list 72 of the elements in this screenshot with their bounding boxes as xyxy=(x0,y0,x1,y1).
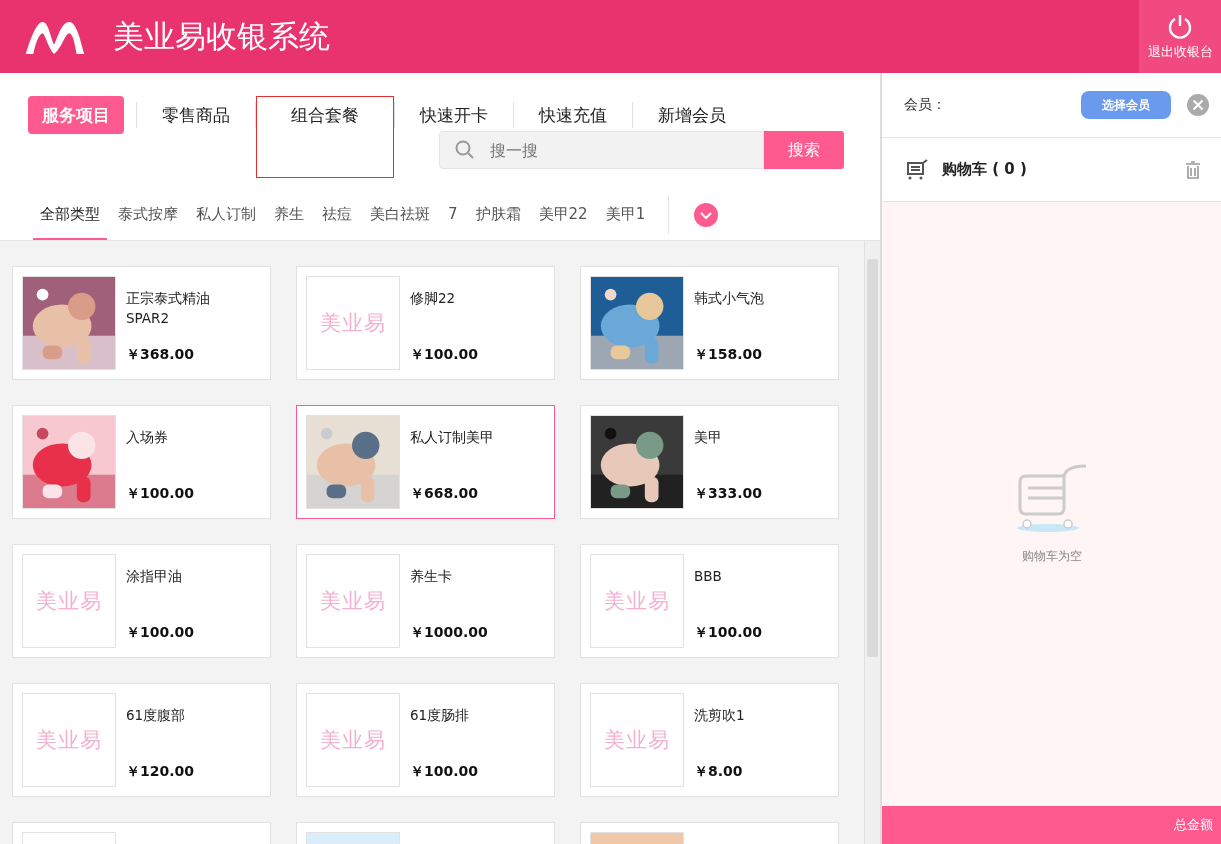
placeholder-logo: 美业易 xyxy=(604,727,670,754)
nav-tab[interactable]: 零售商品 xyxy=(137,96,255,134)
search-field[interactable]: 搜一搜 xyxy=(439,131,764,169)
placeholder-logo: 美业易 xyxy=(604,588,670,615)
product-card[interactable]: 美业易 洗剪吹1 ￥8.00 xyxy=(580,683,839,797)
product-card[interactable]: 私人订制美甲 ￥668.00 xyxy=(296,405,555,519)
product-card[interactable]: 美业易 61度肠排 ￥100.00 xyxy=(296,683,555,797)
product-card[interactable]: 美业易 BBB ￥100.00 xyxy=(580,544,839,658)
category-tab[interactable]: 祛痘 xyxy=(315,190,359,240)
category-tab[interactable]: 私人订制 xyxy=(189,190,263,240)
product-card[interactable]: 入场券 ￥100.00 xyxy=(12,405,271,519)
placeholder-logo: 美业易 xyxy=(320,727,386,754)
exit-button[interactable]: 退出收银台 xyxy=(1139,0,1221,73)
category-tab[interactable]: 美甲1 xyxy=(598,190,653,240)
product-name: 洗剪吹1 xyxy=(694,706,746,725)
product-price: ￥100.00 xyxy=(410,346,480,364)
product-card[interactable]: 美业易 61度腹部 ￥120.00 xyxy=(12,683,271,797)
category-tab[interactable]: 7 xyxy=(441,190,465,240)
product-card[interactable]: 美业易 养生卡 ￥1000.00 xyxy=(296,544,555,658)
total-label: 总金额 xyxy=(1174,816,1213,834)
product-card[interactable]: 美甲 ￥333.00 xyxy=(580,405,839,519)
product-price: ￥100.00 xyxy=(694,624,764,642)
product-card[interactable]: 美业易 修脚22 ￥100.00 xyxy=(296,266,555,380)
nav-tab[interactable]: 新增会员 xyxy=(633,96,751,134)
product-price: ￥100.00 xyxy=(410,763,480,781)
product-card[interactable]: 美业易 涂指甲油 ￥100.00 xyxy=(12,544,271,658)
scrollbar[interactable] xyxy=(864,241,880,844)
empty-cart-text: 购物车为空 xyxy=(1021,548,1082,565)
product-card[interactable]: 正宗泰式精油SPAR2 ￥368.00 xyxy=(12,266,271,380)
category-tab[interactable]: 美白祛斑 xyxy=(363,190,437,240)
close-icon[interactable] xyxy=(1187,94,1209,116)
category-tab[interactable]: 美甲22 xyxy=(531,190,595,240)
search-icon xyxy=(455,140,475,160)
product-name: 美甲 xyxy=(694,428,723,447)
category-tab[interactable]: 泰式按摩 xyxy=(111,190,185,240)
placeholder-logo: 美业易 xyxy=(320,310,386,337)
nav-tab[interactable]: 快速充值 xyxy=(514,96,632,134)
product-name: 修脚22 xyxy=(410,289,457,308)
product-name: 61度肠排 xyxy=(410,706,471,725)
placeholder-logo: 美业易 xyxy=(36,588,102,615)
product-price: ￥1000.00 xyxy=(410,624,489,642)
placeholder-logo: 美业易 xyxy=(36,727,102,754)
product-name: 韩式小气泡 xyxy=(694,289,765,308)
product-price: ￥158.00 xyxy=(694,346,764,364)
trash-icon[interactable] xyxy=(1185,160,1201,179)
category-tab[interactable]: 养生 xyxy=(267,190,311,240)
product-name: 正宗泰式精油SPAR2 xyxy=(126,289,211,328)
member-label: 会员： xyxy=(904,96,947,114)
product-name: 涂指甲油 xyxy=(126,567,183,586)
product-price: ￥100.00 xyxy=(126,624,196,642)
product-price: ￥333.00 xyxy=(694,485,764,503)
cart-title: 购物车 ( 0 ) xyxy=(942,160,1028,179)
product-price: ￥8.00 xyxy=(694,763,744,781)
empty-cart-icon xyxy=(1015,464,1088,534)
product-name: BBB xyxy=(694,567,723,586)
cart-icon xyxy=(906,158,930,181)
product-price: ￥368.00 xyxy=(126,346,196,364)
category-tab[interactable]: 护肤霜 xyxy=(468,190,528,240)
app-title: 美业易收银系统 xyxy=(113,16,330,56)
product-name: 入场券 xyxy=(126,428,169,447)
placeholder-logo: 美业易 xyxy=(320,588,386,615)
nav-tab[interactable]: 组合套餐 xyxy=(256,96,394,178)
chevron-down-icon[interactable] xyxy=(694,203,719,227)
product-card[interactable]: 韩式小气泡 ￥158.00 xyxy=(580,266,839,380)
power-icon xyxy=(1167,12,1193,39)
nav-tab[interactable]: 快速开卡 xyxy=(395,96,513,134)
product-name: 61度腹部 xyxy=(126,706,187,725)
product-price: ￥668.00 xyxy=(410,485,480,503)
product-price: ￥100.00 xyxy=(126,485,196,503)
product-name: 养生卡 xyxy=(410,567,453,586)
product-name: 私人订制美甲 xyxy=(410,428,495,447)
product-price: ￥120.00 xyxy=(126,763,196,781)
